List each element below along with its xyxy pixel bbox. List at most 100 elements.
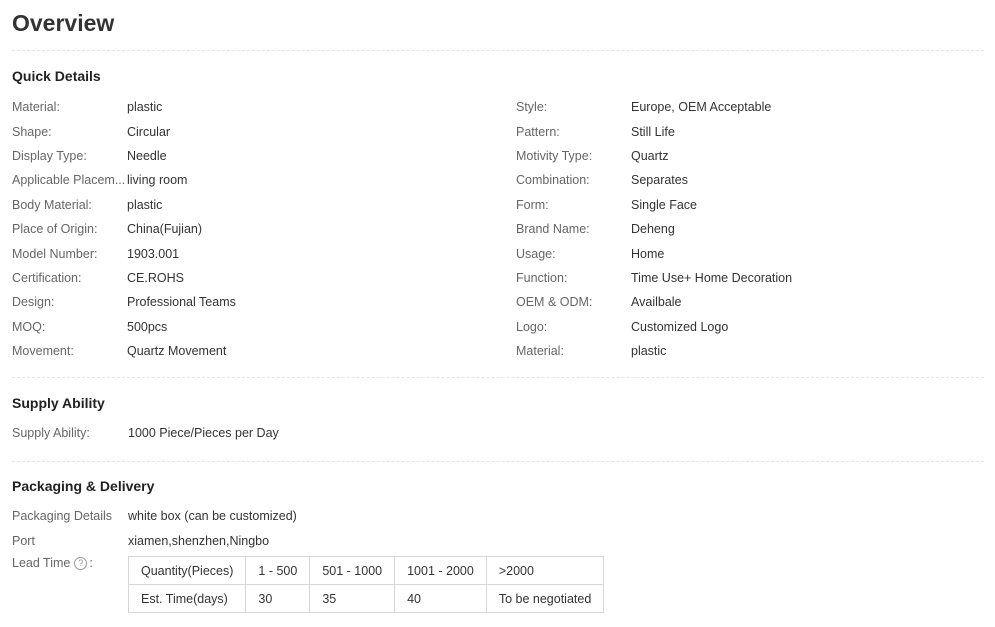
detail-value: plastic <box>127 100 163 115</box>
detail-label: Form: <box>516 197 549 212</box>
divider <box>12 50 984 51</box>
supply-ability-label: Supply Ability: <box>12 426 90 441</box>
detail-row: Display Type: Needle <box>12 144 236 168</box>
detail-row: Motivity Type: Quartz <box>516 144 792 168</box>
detail-value: Availbale <box>631 295 682 310</box>
detail-row: Form: Single Face <box>516 193 792 217</box>
detail-row: Shape: Circular <box>12 119 236 143</box>
divider <box>12 377 984 378</box>
detail-label: Certification: <box>12 270 82 285</box>
lead-time-label-group: Lead Time ? : <box>12 556 93 570</box>
detail-value: Time Use+ Home Decoration <box>631 270 793 285</box>
packaging-section: Packaging Details white box (can be cust… <box>12 504 297 553</box>
supply-ability-title: Supply Ability <box>12 395 105 411</box>
detail-value: plastic <box>631 344 667 359</box>
detail-value: Europe, OEM Acceptable <box>631 100 772 115</box>
detail-row: Design: Professional Teams <box>12 290 236 314</box>
help-icon[interactable]: ? <box>74 556 88 570</box>
detail-value: Home <box>631 246 665 261</box>
detail-row: Function: Time Use+ Home Decoration <box>516 266 792 290</box>
table-cell: 30 <box>245 584 311 613</box>
divider <box>12 461 984 462</box>
detail-label: Applicable Placem... <box>12 173 126 188</box>
supply-ability-section: Supply Ability: 1000 Piece/Pieces per Da… <box>12 421 279 445</box>
detail-value: Circular <box>127 124 171 139</box>
quick-details-right-column: Style: Europe, OEM Acceptable Pattern: Sti… <box>516 95 792 363</box>
detail-row: Pattern: Still Life <box>516 119 792 143</box>
detail-row: Body Material: plastic <box>12 193 236 217</box>
detail-value: Quartz <box>631 148 669 163</box>
detail-row: Usage: Home <box>516 241 792 265</box>
detail-value: Professional Teams <box>127 295 236 310</box>
table-cell: 40 <box>394 584 487 613</box>
detail-value: Separates <box>631 173 688 188</box>
table-cell: To be negotiated <box>485 584 605 613</box>
lead-time-table: Quantity(Pieces) 1 - 500 501 - 1000 1001… <box>127 556 605 613</box>
supply-ability-value: 1000 Piece/Pieces per Day <box>128 426 279 441</box>
detail-row: Style: Europe, OEM Acceptable <box>516 95 792 119</box>
table-cell: Quantity(Pieces) <box>127 556 247 585</box>
detail-label: Model Number: <box>12 246 98 261</box>
detail-label: Design: <box>12 295 55 310</box>
lead-time-colon: : <box>89 556 93 570</box>
detail-row: Brand Name: Deheng <box>516 217 792 241</box>
product-overview: Overview Quick Details Material: plastic … <box>0 0 995 627</box>
table-cell: 501 - 1000 <box>309 556 396 585</box>
table-row: Quantity(Pieces) 1 - 500 501 - 1000 1001… <box>127 556 605 585</box>
detail-row: Supply Ability: 1000 Piece/Pieces per Da… <box>12 421 279 445</box>
detail-label: Combination: <box>516 173 590 188</box>
table-cell: Est. Time(days) <box>127 584 247 613</box>
detail-row: Model Number: 1903.001 <box>12 241 236 265</box>
packaging-delivery-title: Packaging & Delivery <box>12 478 155 494</box>
table-cell: 1001 - 2000 <box>394 556 487 585</box>
port-label: Port <box>12 533 35 548</box>
detail-row: Applicable Placem... living room <box>12 168 236 192</box>
detail-value: Needle <box>127 148 167 163</box>
detail-row: Material: plastic <box>12 95 236 119</box>
detail-value: Single Face <box>631 197 698 212</box>
detail-row: Logo: Customized Logo <box>516 315 792 339</box>
detail-label: Usage: <box>516 246 556 261</box>
detail-value: 500pcs <box>127 319 168 334</box>
detail-label: Logo: <box>516 319 548 334</box>
detail-row: Port xiamen,shenzhen,Ningbo <box>12 528 297 552</box>
lead-time-label: Lead Time <box>12 556 71 570</box>
detail-label: Motivity Type: <box>516 148 593 163</box>
detail-row: Combination: Separates <box>516 168 792 192</box>
detail-label: Pattern: <box>516 124 560 139</box>
table-cell: >2000 <box>485 556 605 585</box>
detail-label: Brand Name: <box>516 222 590 237</box>
detail-row: MOQ: 500pcs <box>12 315 236 339</box>
detail-label: Body Material: <box>12 197 92 212</box>
detail-label: Material: <box>516 344 564 359</box>
detail-label: OEM & ODM: <box>516 295 593 310</box>
detail-row: OEM & ODM: Availbale <box>516 290 792 314</box>
detail-row: Certification: CE.ROHS <box>12 266 236 290</box>
detail-label: Display Type: <box>12 148 87 163</box>
packaging-details-value: white box (can be customized) <box>128 509 297 524</box>
detail-label: MOQ: <box>12 319 46 334</box>
detail-row: Packaging Details white box (can be cust… <box>12 504 297 528</box>
quick-details-left-column: Material: plastic Shape: Circular Display … <box>12 95 236 363</box>
detail-label: Movement: <box>12 344 74 359</box>
detail-label: Function: <box>516 270 568 285</box>
table-row: Est. Time(days) 30 35 40 To be negotiate… <box>127 584 605 613</box>
detail-value: Still Life <box>631 124 675 139</box>
table-cell: 1 - 500 <box>245 556 311 585</box>
page-title: Overview <box>12 10 115 36</box>
port-value: xiamen,shenzhen,Ningbo <box>128 533 270 548</box>
detail-value: 1903.001 <box>127 246 180 261</box>
detail-label: Style: <box>516 100 548 115</box>
detail-label: Place of Origin: <box>12 222 98 237</box>
detail-label: Material: <box>12 100 60 115</box>
detail-row: Place of Origin: China(Fujian) <box>12 217 236 241</box>
detail-value: plastic <box>127 197 163 212</box>
detail-row: Movement: Quartz Movement <box>12 339 236 363</box>
quick-details-title: Quick Details <box>12 68 101 84</box>
detail-label: Shape: <box>12 124 52 139</box>
detail-row: Material: plastic <box>516 339 792 363</box>
table-cell: 35 <box>309 584 396 613</box>
detail-value: Customized Logo <box>631 319 729 334</box>
detail-value: Quartz Movement <box>127 344 227 359</box>
detail-value: Deheng <box>631 222 675 237</box>
